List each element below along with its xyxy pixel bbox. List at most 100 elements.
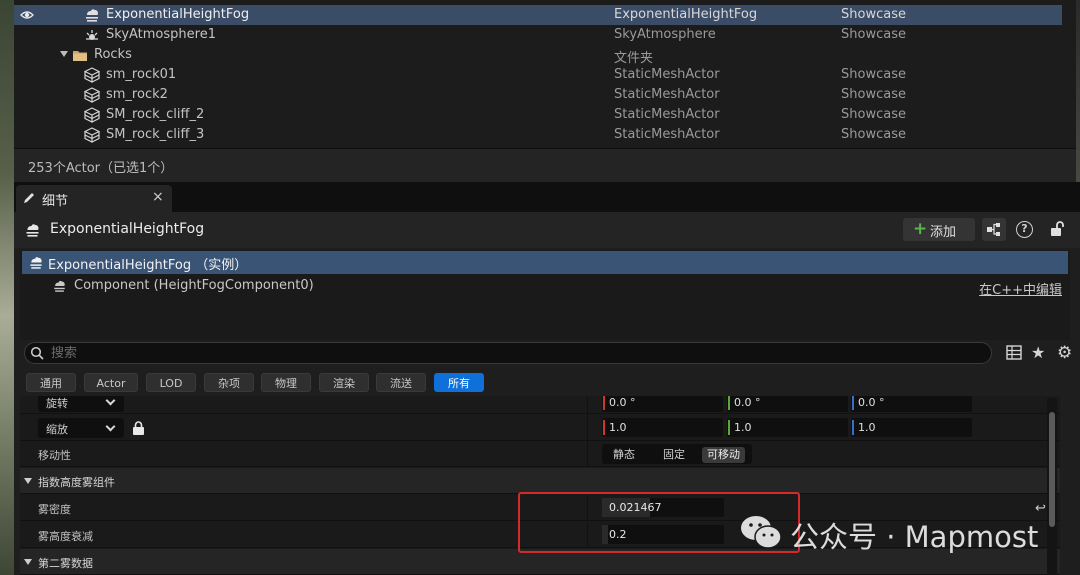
scale-y-field[interactable]: 1.0 (727, 418, 848, 437)
section-label: 指数高度雾组件 (38, 476, 115, 489)
row-level: Showcase (841, 27, 906, 42)
filter-physics[interactable]: 物理 (261, 373, 311, 392)
outliner-row-sky-atmosphere[interactable]: SkyAtmosphere1 SkyAtmosphere Showcase (14, 25, 1062, 45)
outliner-row-sm-rock2[interactable]: sm_rock2 StaticMeshActor Showcase (14, 85, 1062, 105)
outliner-row-sm-rock-cliff-2[interactable]: SM_rock_cliff_2 StaticMeshActor Showcase (14, 105, 1062, 125)
rotation-x-field[interactable]: 0.0 ° (602, 396, 723, 412)
favorite-star-icon[interactable]: ★ (1031, 343, 1045, 362)
chevron-down-icon (105, 396, 116, 406)
row-type: SkyAtmosphere (614, 27, 716, 42)
unlock-icon[interactable] (1048, 220, 1066, 238)
tab-details[interactable]: 细节 × (16, 185, 172, 212)
details-scrollbar[interactable] (1047, 398, 1057, 575)
dropdown-value: 旋转 (46, 397, 68, 410)
row-level: Showcase (841, 87, 906, 102)
mobility-movable[interactable]: 可移动 (702, 447, 745, 463)
visibility-eye-icon[interactable] (20, 8, 34, 22)
row-type: StaticMeshActor (614, 87, 720, 102)
component-row-instance[interactable]: ExponentialHeightFog （实例） (22, 251, 1068, 274)
tab-label: 细节 (42, 194, 69, 209)
row-type: StaticMeshActor (614, 127, 720, 142)
chevron-down-icon (105, 421, 116, 432)
row-level: Showcase (841, 7, 906, 22)
field-value: 0.0 ° (858, 396, 885, 409)
row-type: 文件夹 (614, 51, 654, 66)
viewport-edge (0, 0, 14, 575)
add-component-button[interactable]: + 添加 (903, 218, 975, 241)
fog-icon (54, 280, 65, 292)
filter-misc[interactable]: 杂项 (204, 373, 254, 392)
property-label: 移动性 (38, 449, 71, 462)
component-row-heightfog[interactable]: Component (HeightFogComponent0) 在C++中编辑 (22, 276, 1068, 298)
help-icon[interactable]: ? (1016, 221, 1033, 238)
property-matrix-icon[interactable] (1006, 345, 1022, 360)
scale-mode-dropdown[interactable]: 缩放 (38, 418, 124, 438)
field-value: 1.0 (609, 421, 627, 434)
mobility-selector[interactable]: 静态 固定 可移动 (602, 444, 752, 464)
outliner-row-sm-rock-cliff-3[interactable]: SM_rock_cliff_3 StaticMeshActor Showcase (14, 125, 1062, 145)
components-tree: ExponentialHeightFog （实例） Component (Hei… (20, 250, 1070, 340)
actor-header: ExponentialHeightFog + 添加 ? (14, 212, 1080, 248)
add-label: 添加 (930, 225, 957, 240)
plus-icon: + (913, 219, 928, 239)
row-name: SM_rock_cliff_2 (106, 107, 205, 122)
search-input[interactable] (51, 344, 951, 362)
filter-lod[interactable]: LOD (146, 373, 196, 392)
field-value: 0.0 ° (734, 396, 761, 409)
property-row-scale: 缩放 1.0 1.0 1.0 (20, 414, 1060, 441)
filter-rendering[interactable]: 渲染 (319, 373, 369, 392)
property-row-mobility: 移动性 静态 固定 可移动 (20, 441, 1060, 467)
fog-icon (26, 224, 39, 237)
row-name: ExponentialHeightFog (106, 7, 250, 22)
mobility-static[interactable]: 静态 (608, 447, 640, 463)
expand-caret-icon[interactable] (60, 51, 68, 57)
scale-x-field[interactable]: 1.0 (602, 418, 723, 437)
section-fog-component[interactable]: 指数高度雾组件 (20, 468, 1060, 494)
filter-streaming[interactable]: 流送 (376, 373, 426, 392)
scale-z-field[interactable]: 1.0 (851, 418, 972, 437)
fog-icon (30, 257, 42, 269)
outliner-footer: 253个Actor（已选1个） (14, 148, 1076, 182)
scrollbar-thumb[interactable] (1049, 412, 1055, 527)
row-type: StaticMeshActor (614, 67, 720, 82)
row-level: Showcase (841, 107, 906, 122)
row-level: Showcase (841, 67, 906, 82)
folder-icon (73, 51, 87, 61)
static-mesh-icon (84, 107, 100, 123)
rotation-mode-dropdown[interactable]: 旋转 (38, 396, 124, 412)
outliner-row-sm-rock01[interactable]: sm_rock01 StaticMeshActor Showcase (14, 65, 1062, 85)
sky-atmosphere-icon (86, 30, 98, 40)
mobility-stationary[interactable]: 固定 (658, 447, 690, 463)
field-value: 0.0 ° (609, 396, 636, 409)
rotation-z-field[interactable]: 0.0 ° (851, 396, 972, 412)
filter-general[interactable]: 通用 (26, 373, 76, 392)
property-row-rotation: 旋转 0.0 ° 0.0 ° 0.0 ° (20, 396, 1060, 414)
static-mesh-icon (84, 87, 100, 103)
filter-actor[interactable]: Actor (84, 373, 138, 392)
rotation-y-field[interactable]: 0.0 ° (727, 396, 848, 412)
collapse-triangle-icon (24, 559, 32, 565)
hierarchy-icon (987, 223, 1000, 236)
field-value: 1.0 (858, 421, 876, 434)
watermark-text: 公众号 · Mapmost (790, 520, 1039, 554)
fog-icon (86, 9, 98, 22)
row-name: SM_rock_cliff_3 (106, 127, 205, 142)
edit-in-cpp-link[interactable]: 在C++中编辑 (979, 279, 1062, 298)
blueprint-hierarchy-button[interactable] (982, 218, 1006, 241)
static-mesh-icon (84, 127, 100, 143)
section-label: 第二雾数据 (38, 557, 93, 570)
row-name: SkyAtmosphere1 (106, 27, 216, 42)
collapse-triangle-icon (24, 478, 32, 484)
wechat-logo-icon (741, 516, 782, 549)
pencil-icon (24, 193, 34, 203)
outliner-row-exponential-height-fog[interactable]: ExponentialHeightFog ExponentialHeightFo… (14, 5, 1062, 25)
close-tab-icon[interactable]: × (152, 189, 164, 205)
row-type: ExponentialHeightFog (614, 7, 758, 22)
dropdown-value: 缩放 (46, 423, 68, 436)
details-search-bar[interactable] (24, 342, 992, 364)
settings-gear-icon[interactable]: ⚙ (1057, 343, 1072, 363)
outliner-row-rocks-folder[interactable]: Rocks 文件夹 (14, 45, 1062, 66)
row-level: Showcase (841, 127, 906, 142)
filter-all[interactable]: 所有 (434, 373, 484, 392)
lock-icon[interactable] (132, 421, 145, 435)
